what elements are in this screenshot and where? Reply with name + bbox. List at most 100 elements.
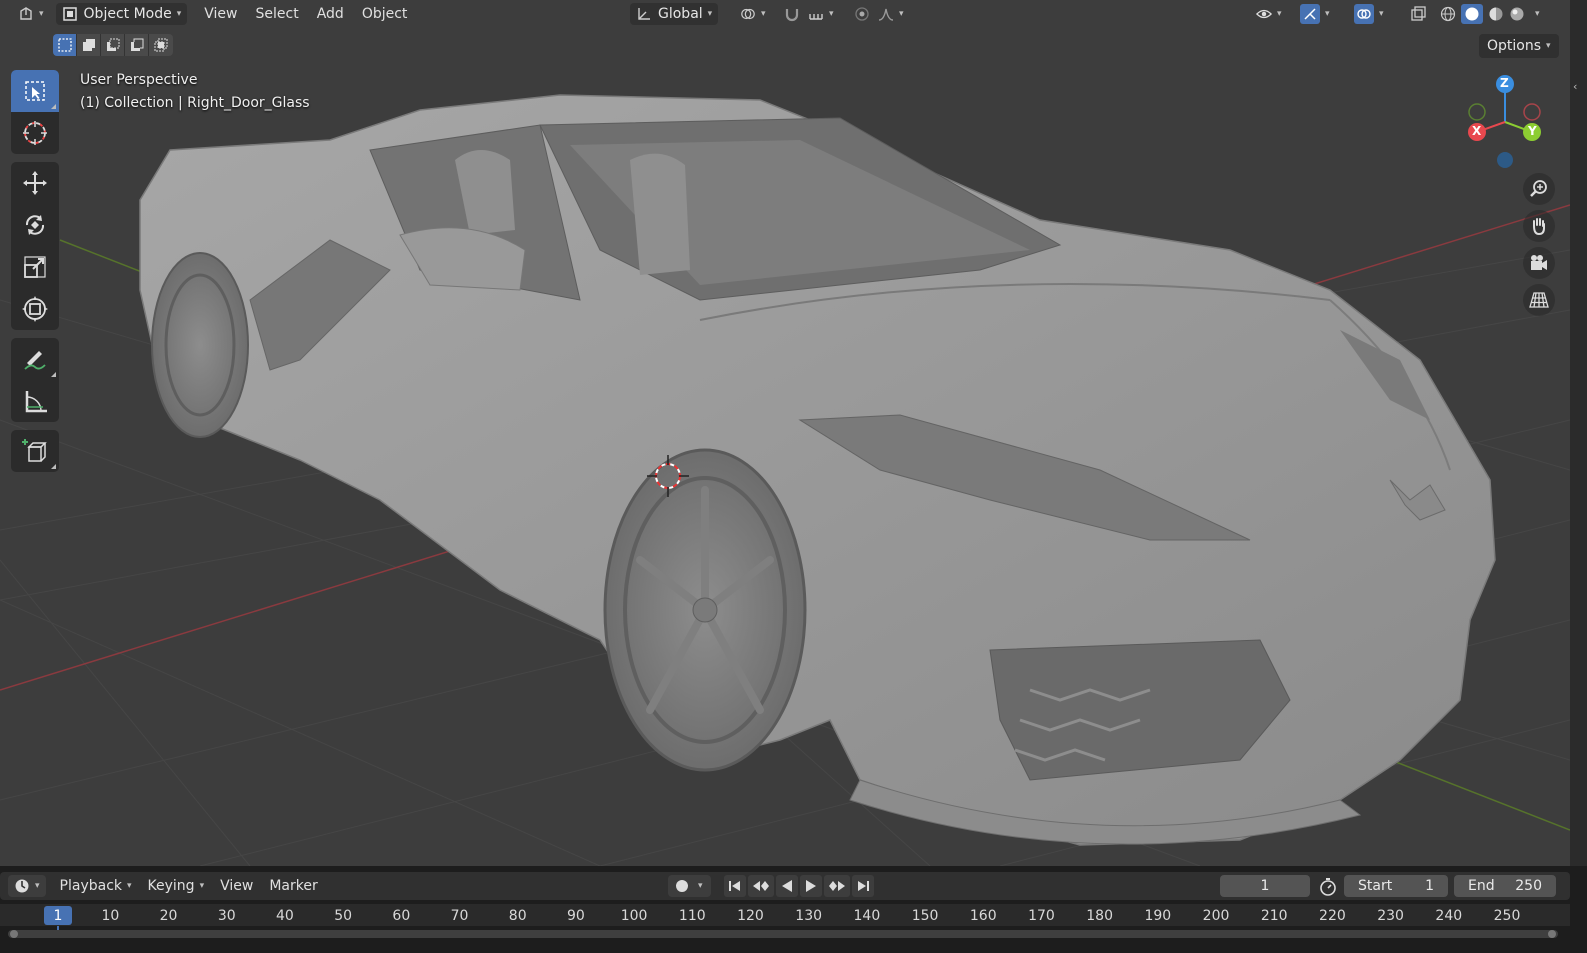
chevron-down-icon: ▾ bbox=[127, 881, 132, 891]
current-frame-indicator[interactable]: 1 bbox=[44, 906, 72, 925]
menu-object[interactable]: Object bbox=[353, 3, 417, 25]
pan-button[interactable] bbox=[1523, 210, 1555, 242]
mode-dropdown[interactable]: Object Mode ▾ bbox=[55, 2, 188, 25]
snap-target-dropdown[interactable]: ▾ bbox=[802, 3, 840, 25]
scrollbar-handle-left[interactable] bbox=[10, 930, 18, 938]
menu-view[interactable]: View bbox=[195, 3, 246, 25]
start-value: 1 bbox=[1425, 878, 1434, 894]
add-cube-tool[interactable] bbox=[11, 430, 59, 472]
playback-menu[interactable]: Playback ▾ bbox=[52, 875, 140, 897]
scale-tool[interactable] bbox=[11, 246, 59, 288]
keying-menu[interactable]: Keying ▾ bbox=[140, 875, 213, 897]
falloff-dropdown[interactable]: ▾ bbox=[872, 3, 910, 25]
perspective-toggle-button[interactable] bbox=[1523, 284, 1555, 316]
ruler-tick-label: 230 bbox=[1377, 908, 1404, 924]
gizmo-toggle[interactable]: ▾ bbox=[1294, 3, 1336, 25]
timeline-editor-type-button[interactable]: ▾ bbox=[8, 875, 46, 897]
viewport-icon bbox=[18, 6, 34, 22]
tool-options-corner bbox=[51, 104, 56, 109]
preview-range-toggle[interactable] bbox=[1318, 877, 1338, 901]
jump-to-keyframe-next-button[interactable] bbox=[824, 875, 850, 897]
transform-orientation-dropdown[interactable]: Global ▾ bbox=[630, 2, 719, 25]
frame-ruler[interactable]: 1 10 20 30 40 50 60 70 80 90 100 110 120 130 140 150 16… bbox=[0, 904, 1570, 926]
select-subtract-mode-icon[interactable] bbox=[101, 34, 125, 56]
measure-ruler-icon bbox=[25, 391, 47, 413]
selection-mode-buttons bbox=[53, 34, 173, 56]
measure-tool[interactable] bbox=[11, 380, 59, 422]
record-icon bbox=[676, 880, 688, 892]
ruler-tick-label: 90 bbox=[566, 908, 585, 924]
gizmo-icon bbox=[1300, 3, 1320, 24]
jump-to-keyframe-prev-button[interactable] bbox=[748, 875, 774, 897]
ruler-tick-label: 20 bbox=[159, 908, 178, 924]
prev-keyframe-icon bbox=[753, 881, 769, 891]
3d-viewport[interactable]: ▾ Object Mode ▾ View Select Add Object G… bbox=[0, 0, 1570, 866]
sidebar-collapsed-strip[interactable]: ‹ bbox=[1570, 0, 1587, 866]
sidebar-expand-arrow-icon[interactable]: ‹ bbox=[1573, 80, 1577, 93]
play-button[interactable] bbox=[800, 875, 822, 897]
select-box-tool[interactable] bbox=[11, 70, 59, 112]
start-frame-field[interactable]: Start 1 bbox=[1344, 875, 1448, 897]
solid-shading-icon[interactable] bbox=[1461, 3, 1483, 24]
select-new-mode-icon[interactable] bbox=[53, 34, 77, 56]
select-invert-mode-icon[interactable] bbox=[125, 34, 149, 56]
annotate-tool[interactable] bbox=[11, 338, 59, 380]
tool-shelf bbox=[11, 70, 59, 480]
orientation-label: Global bbox=[658, 5, 703, 22]
viewport-perspective-label: User Perspective bbox=[80, 72, 198, 88]
camera-view-button[interactable] bbox=[1523, 247, 1555, 279]
move-tool[interactable] bbox=[11, 162, 59, 204]
select-intersect-mode-icon[interactable] bbox=[149, 34, 173, 56]
grid-perspective-icon bbox=[1529, 292, 1549, 308]
rotate-tool[interactable] bbox=[11, 204, 59, 246]
start-label: Start bbox=[1358, 878, 1393, 894]
select-box-icon bbox=[25, 81, 45, 101]
pivot-point-dropdown[interactable]: ▾ bbox=[734, 3, 772, 25]
pivot-icon bbox=[740, 6, 756, 22]
material-shading-icon[interactable] bbox=[1488, 6, 1504, 22]
visibility-dropdown[interactable]: ▾ bbox=[1250, 3, 1288, 25]
marker-menu[interactable]: Marker bbox=[261, 875, 325, 897]
ruler-tick-label: 70 bbox=[450, 908, 469, 924]
xray-toggle[interactable] bbox=[1404, 3, 1432, 25]
ruler-tick-label: 180 bbox=[1086, 908, 1114, 924]
ruler-tick-label: 220 bbox=[1319, 908, 1346, 924]
timeline-scrollbar[interactable] bbox=[8, 930, 1558, 938]
chevron-down-icon: ▾ bbox=[1379, 8, 1384, 19]
auto-keying-toggle[interactable]: ▾ bbox=[668, 875, 711, 897]
select-extend-mode-icon[interactable] bbox=[77, 34, 101, 56]
options-dropdown[interactable]: Options ▾ bbox=[1479, 34, 1559, 58]
tool-group-annotate bbox=[11, 338, 59, 422]
wireframe-shading-icon[interactable] bbox=[1440, 6, 1456, 22]
scrollbar-handle-right[interactable] bbox=[1548, 930, 1556, 938]
xray-icon bbox=[1410, 5, 1426, 22]
overlays-toggle[interactable]: ▾ bbox=[1348, 3, 1390, 25]
menu-select[interactable]: Select bbox=[247, 3, 308, 25]
rendered-shading-icon[interactable] bbox=[1509, 6, 1525, 22]
gizmo-z-label: Z bbox=[1500, 76, 1509, 90]
viewport-scene[interactable] bbox=[0, 0, 1570, 866]
jump-to-end-button[interactable] bbox=[852, 875, 874, 897]
jump-to-start-button[interactable] bbox=[724, 875, 746, 897]
timeline-editor: ▾ Playback ▾ Keying ▾ View Marker ▾ 1 St… bbox=[0, 866, 1587, 953]
editor-type-button[interactable]: ▾ bbox=[12, 3, 50, 25]
overlays-icon bbox=[1354, 3, 1374, 24]
cursor-tool[interactable] bbox=[11, 112, 59, 154]
chevron-down-icon: ▾ bbox=[39, 8, 44, 19]
chevron-down-icon: ▾ bbox=[1277, 8, 1282, 19]
chevron-down-icon: ▾ bbox=[1546, 41, 1551, 51]
timeline-view-menu[interactable]: View bbox=[212, 875, 261, 897]
chevron-down-icon[interactable]: ▾ bbox=[1535, 9, 1540, 19]
zoom-button[interactable] bbox=[1523, 173, 1555, 205]
menu-add[interactable]: Add bbox=[308, 3, 353, 25]
ruler-tick-label: 210 bbox=[1260, 908, 1288, 924]
hand-icon bbox=[1533, 218, 1545, 236]
orientation-axes-icon bbox=[636, 6, 652, 22]
end-frame-field[interactable]: End 250 bbox=[1454, 875, 1556, 897]
ruler-tick-label: 30 bbox=[217, 908, 236, 924]
navigation-gizmo[interactable]: Z Y X bbox=[1462, 70, 1552, 170]
play-reverse-button[interactable] bbox=[776, 875, 798, 897]
ruler-tick-label: 240 bbox=[1435, 908, 1463, 924]
current-frame-field[interactable]: 1 bbox=[1220, 875, 1310, 897]
transform-tool[interactable] bbox=[11, 288, 59, 330]
